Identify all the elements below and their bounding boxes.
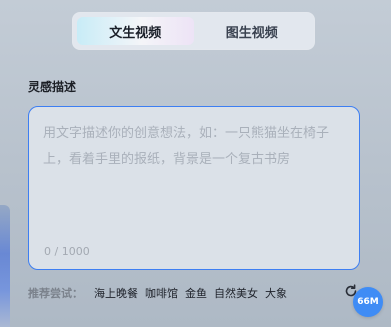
memory-badge[interactable]: 66M <box>353 287 383 317</box>
suggestion-chip[interactable]: 大象 <box>265 285 287 301</box>
suggestion-row: 推荐尝试： 海上晚餐 咖啡馆 金鱼 自然美女 大象 <box>28 285 287 301</box>
suggestion-chip[interactable]: 咖啡馆 <box>145 285 178 301</box>
side-decoration <box>0 205 10 327</box>
prompt-section-title: 灵感描述 <box>28 80 77 94</box>
prompt-placeholder: 用文字描述你的创意想法，如：一只熊猫坐在椅子上，看着手里的报纸，背景是一个复古书… <box>43 126 330 167</box>
character-counter: 0 / 1000 <box>44 245 90 258</box>
suggestion-label: 推荐尝试： <box>28 287 83 300</box>
suggestion-chip[interactable]: 海上晚餐 <box>94 285 138 301</box>
tab-text-to-video[interactable]: 文生视频 <box>77 17 194 45</box>
suggestion-chip[interactable]: 金鱼 <box>185 285 207 301</box>
suggestion-chip[interactable]: 自然美女 <box>214 285 258 301</box>
tab-image-to-video[interactable]: 图生视频 <box>194 17 311 45</box>
mode-tab-switch: 文生视频 图生视频 <box>72 12 315 50</box>
prompt-textarea[interactable]: 用文字描述你的创意想法，如：一只熊猫坐在椅子上，看着手里的报纸，背景是一个复古书… <box>28 106 360 270</box>
